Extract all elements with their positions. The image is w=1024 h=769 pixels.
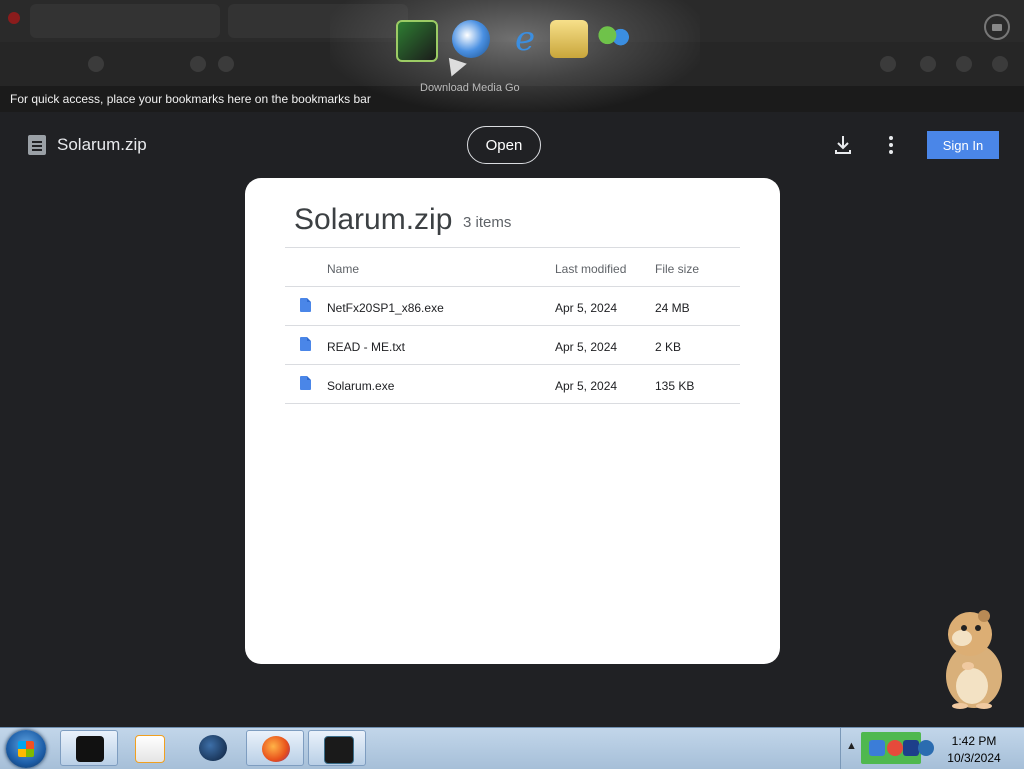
document-icon — [28, 135, 46, 155]
menu-icon[interactable] — [992, 56, 1008, 72]
profile-icon[interactable] — [920, 56, 936, 72]
download-icon[interactable] — [833, 134, 853, 156]
taskbar-app-globe[interactable] — [184, 730, 242, 766]
show-hidden-icons-icon[interactable]: ▲ — [846, 740, 857, 752]
table-row[interactable]: READ - ME.txt Apr 5, 2024 2 KB — [285, 326, 740, 365]
file-modified: Apr 5, 2024 — [555, 379, 618, 393]
briefcase-icon[interactable] — [984, 14, 1010, 40]
address-lock-icon — [218, 56, 234, 72]
security-alert-icon[interactable] — [887, 740, 903, 756]
file-icon — [300, 376, 311, 390]
extensions-icon[interactable] — [956, 56, 972, 72]
media-player-icon — [135, 735, 165, 763]
display-icon[interactable] — [903, 740, 919, 756]
table-row[interactable]: Solarum.exe Apr 5, 2024 135 KB — [285, 365, 740, 404]
taskbar-app-firefox[interactable] — [246, 730, 304, 766]
file-modified: Apr 5, 2024 — [555, 340, 618, 354]
file-table: Name Last modified File size NetFx20SP1_… — [285, 247, 740, 404]
taskbar-app-media-player[interactable] — [120, 730, 178, 766]
file-name: Solarum.exe — [327, 379, 395, 393]
taskbar-clock[interactable]: 1:42 PM 10/3/2024 — [940, 733, 1008, 767]
archive-card: Solarum.zip 3 items Name Last modified F… — [245, 178, 780, 664]
network-icon[interactable] — [869, 740, 885, 756]
file-size: 24 MB — [655, 301, 690, 315]
site-info-icon[interactable] — [190, 56, 206, 72]
globe-icon — [199, 735, 227, 761]
volume-icon[interactable] — [918, 740, 934, 756]
taskbar-app-terminal[interactable] — [60, 730, 118, 766]
table-header: Name Last modified File size — [285, 248, 740, 287]
column-size[interactable]: File size — [655, 262, 699, 276]
file-modified: Apr 5, 2024 — [555, 301, 618, 315]
table-row[interactable]: NetFx20SP1_x86.exe Apr 5, 2024 24 MB — [285, 287, 740, 326]
file-icon — [300, 298, 311, 312]
folder-icon[interactable] — [550, 20, 588, 58]
file-size: 135 KB — [655, 379, 695, 393]
sign-in-button[interactable]: Sign In — [927, 131, 999, 159]
messenger-icon[interactable] — [596, 20, 634, 58]
browser-tab[interactable] — [30, 4, 220, 38]
internet-explorer-icon[interactable]: e — [506, 20, 544, 58]
hamster-desktop-pet[interactable] — [938, 606, 1008, 710]
more-options-icon[interactable] — [881, 136, 901, 154]
file-title: Solarum.zip — [57, 135, 147, 154]
media-manager-icon[interactable] — [396, 20, 438, 62]
column-name[interactable]: Name — [327, 262, 359, 276]
archive-title: Solarum.zip — [294, 203, 453, 236]
taskbar: ▲ 1:42 PM 10/3/2024 — [0, 727, 1024, 769]
terminal-icon — [76, 736, 104, 762]
file-icon — [300, 337, 311, 351]
column-modified[interactable]: Last modified — [555, 262, 626, 276]
extension-icon[interactable] — [880, 56, 896, 72]
taskbar-app-monitor[interactable] — [308, 730, 366, 766]
file-name: READ - ME.txt — [327, 340, 406, 354]
dock-hover-label: Download Media Go — [420, 82, 520, 94]
clock-date: 10/3/2024 — [947, 751, 1001, 765]
clock-time: 1:42 PM — [951, 734, 997, 748]
app-dock: e — [330, 0, 700, 112]
file-size: 2 KB — [655, 340, 682, 354]
start-button[interactable] — [6, 730, 46, 768]
reload-icon[interactable] — [88, 56, 104, 72]
bookmarks-hint: For quick access, place your bookmarks h… — [10, 92, 371, 106]
monitor-icon — [324, 736, 354, 764]
system-tray — [861, 732, 921, 764]
firefox-icon — [262, 736, 290, 762]
file-name: NetFx20SP1_x86.exe — [327, 301, 444, 315]
open-button[interactable]: Open — [467, 126, 541, 164]
item-count: 3 items — [463, 214, 512, 231]
tab-close-icon[interactable] — [8, 12, 20, 24]
